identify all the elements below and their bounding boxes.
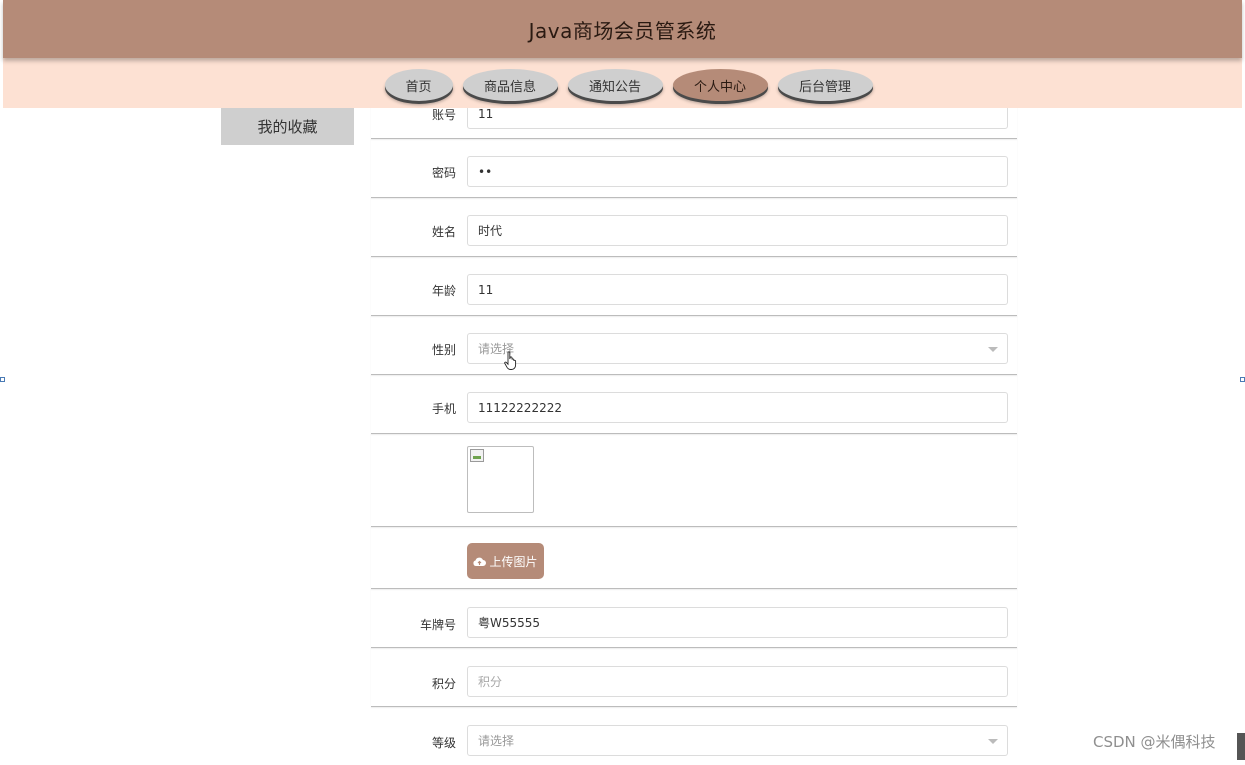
name-input[interactable] bbox=[467, 215, 1008, 246]
name-label: 姓名 bbox=[431, 225, 456, 239]
form-row-plate: 车牌号 bbox=[371, 588, 1017, 648]
form-row-upload: 上传图片 bbox=[371, 526, 1017, 589]
plate-label: 车牌号 bbox=[419, 618, 456, 632]
form-row-gender: 性别 请选择 bbox=[371, 315, 1017, 375]
points-label: 积分 bbox=[431, 677, 456, 691]
broken-image-icon bbox=[470, 449, 484, 462]
upload-button-label: 上传图片 bbox=[489, 554, 538, 569]
password-input[interactable] bbox=[467, 156, 1008, 187]
form-row-level: 等级 请选择 bbox=[371, 706, 1017, 765]
chevron-down-icon bbox=[988, 739, 998, 744]
nav-item-products[interactable]: 商品信息 bbox=[462, 69, 558, 101]
page-title: Java商场会员管系统 bbox=[528, 18, 717, 43]
level-select[interactable]: 请选择 bbox=[467, 725, 1008, 756]
plate-input[interactable] bbox=[467, 607, 1008, 638]
age-input[interactable] bbox=[467, 274, 1008, 305]
nav-item-personal-center[interactable]: 个人中心 bbox=[672, 69, 768, 101]
form-row-name: 姓名 bbox=[371, 197, 1017, 257]
top-navigation: 首页 商品信息 通知公告 个人中心 后台管理 bbox=[3, 58, 1242, 108]
resize-handle-left bbox=[0, 377, 5, 382]
form-row-phone: 手机 bbox=[371, 374, 1017, 434]
points-input[interactable] bbox=[467, 666, 1008, 697]
password-label: 密码 bbox=[431, 166, 456, 180]
form-row-points: 积分 bbox=[371, 647, 1017, 707]
nav-item-admin[interactable]: 后台管理 bbox=[777, 69, 873, 101]
watermark-text: CSDN @米偶科技 bbox=[1093, 733, 1216, 751]
resize-handle-right bbox=[1240, 377, 1245, 382]
upload-image-button[interactable]: 上传图片 bbox=[467, 543, 544, 579]
form-row-age: 年龄 bbox=[371, 256, 1017, 316]
nav-item-home[interactable]: 首页 bbox=[384, 69, 453, 101]
phone-input[interactable] bbox=[467, 392, 1008, 423]
gender-select[interactable]: 请选择 bbox=[467, 333, 1008, 364]
phone-label: 手机 bbox=[431, 402, 456, 416]
form-row-password: 密码 bbox=[371, 138, 1017, 198]
chevron-down-icon bbox=[988, 347, 998, 352]
cloud-upload-icon bbox=[473, 557, 487, 566]
app-header: Java商场会员管系统 bbox=[3, 0, 1242, 58]
age-label: 年龄 bbox=[431, 284, 456, 298]
screen-edge bbox=[1237, 733, 1245, 760]
account-label: 账号 bbox=[431, 108, 456, 122]
level-label: 等级 bbox=[431, 736, 456, 750]
gender-label: 性别 bbox=[431, 343, 456, 357]
gender-select-placeholder: 请选择 bbox=[478, 342, 515, 356]
avatar-image-preview bbox=[467, 446, 534, 513]
form-row-image-preview bbox=[371, 433, 1017, 527]
nav-item-notices[interactable]: 通知公告 bbox=[567, 69, 663, 101]
side-menu-item-favorites[interactable]: 我的收藏 bbox=[221, 108, 354, 145]
level-select-placeholder: 请选择 bbox=[478, 734, 515, 748]
